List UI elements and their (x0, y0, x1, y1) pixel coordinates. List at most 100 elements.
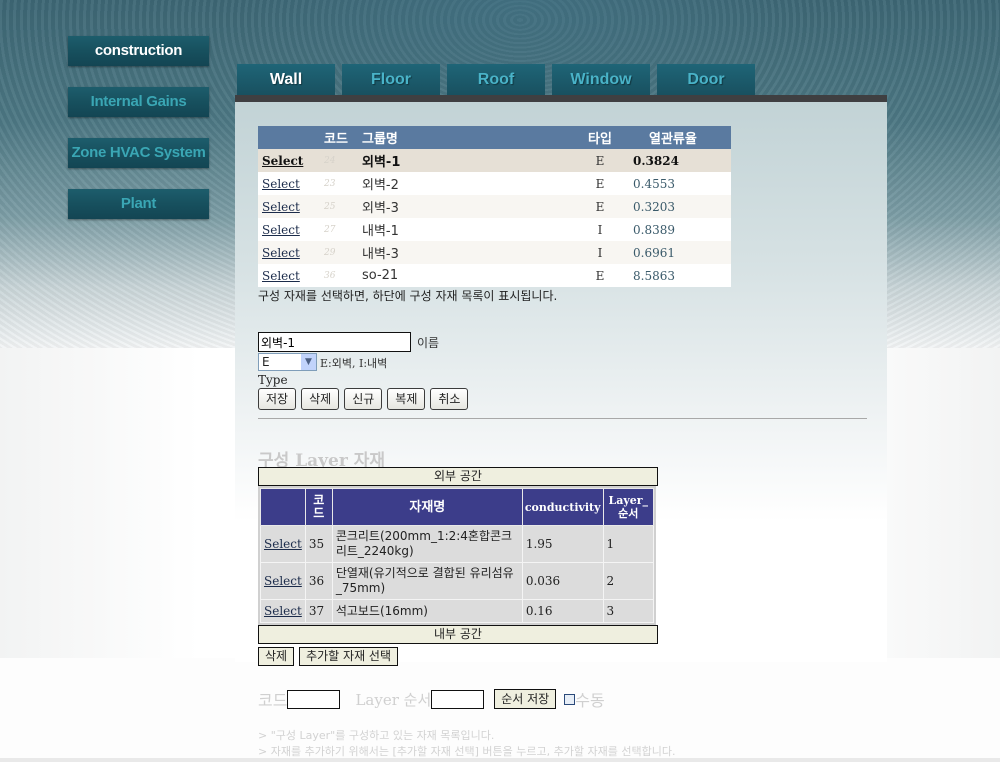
type-select[interactable]: E ▼ (258, 353, 317, 371)
material-cell: 석고보드(16mm) (331, 599, 523, 623)
header-type: 타입 (571, 126, 629, 149)
type-cell: E (571, 172, 629, 195)
code-cell: 23 (320, 172, 358, 195)
save-button[interactable]: 저장 (258, 388, 297, 410)
header-layer-order: Layer_순서 (602, 488, 655, 526)
table-row: Select 35 콘크리트(200mm_1:2:4혼합콘크리트_2240kg)… (260, 525, 655, 563)
u-value-cell: 0.4553 (629, 172, 731, 195)
u-value-cell: 0.3203 (629, 195, 731, 218)
table-row: Select 25 외벽-3 E 0.3203 (258, 195, 731, 218)
u-value-cell: 0.8389 (629, 218, 731, 241)
new-button[interactable]: 신규 (344, 388, 383, 410)
header-code: 코드 (320, 126, 358, 149)
form-button-row: 저장 삭제 신규 복제 취소 (258, 388, 469, 410)
type-cell: I (571, 218, 629, 241)
cancel-button[interactable]: 취소 (430, 388, 469, 410)
code-cell: 24 (320, 149, 358, 172)
select-link[interactable]: Select (264, 574, 302, 588)
group-name-cell: 외벽-1 (358, 149, 571, 172)
table-row: Select 29 내벽-3 I 0.6961 (258, 241, 731, 264)
type-cell: E (571, 264, 629, 287)
conductivity-cell: 0.036 (521, 562, 604, 600)
header-select (260, 488, 306, 526)
header-conductivity: conductivity (521, 488, 604, 526)
code-label: 코드 (258, 691, 288, 710)
select-link[interactable]: Select (264, 604, 302, 618)
tab-roof[interactable]: Roof (447, 64, 545, 97)
tab-door[interactable]: Door (657, 64, 755, 97)
type-select-value: E (262, 355, 270, 369)
layer-table: 코드 자재명 conductivity Layer_순서 Select 35 콘… (260, 488, 655, 623)
code-cell: 37 (304, 599, 333, 623)
conductivity-cell: 0.16 (521, 599, 604, 623)
group-table: 코드 그룹명 타입 열관류율 Select 24 외벽-1 E 0.3824 S… (258, 126, 731, 287)
code-cell: 36 (320, 264, 358, 287)
group-name-cell: so-21 (358, 264, 571, 287)
layer-button-row: 삭제 추가할 자재 선택 (258, 647, 399, 666)
layer-order-label: Layer 순서 (355, 690, 432, 709)
table-row: Select 36 단열재(유기적으로 결합된 유리섬유_75mm) 0.036… (260, 562, 655, 600)
select-link[interactable]: Select (262, 269, 300, 283)
tab-floor[interactable]: Floor (342, 64, 440, 97)
inner-space-bar: 내부 공간 (258, 625, 658, 644)
outer-space-bar: 외부 공간 (258, 467, 658, 486)
header-material-name: 자재명 (331, 488, 523, 526)
group-name-cell: 외벽-3 (358, 195, 571, 218)
code-cell: 36 (304, 562, 333, 600)
code-cell: 29 (320, 241, 358, 264)
save-order-button[interactable]: 순서 저장 (494, 689, 557, 709)
chevron-down-icon[interactable]: ▼ (301, 354, 316, 370)
delete-button[interactable]: 삭제 (301, 388, 340, 410)
group-table-header: 코드 그룹명 타입 열관류율 (258, 126, 731, 149)
type-cell: E (571, 195, 629, 218)
group-name-input[interactable] (258, 332, 411, 352)
sidebar-item-plant[interactable]: Plant (68, 189, 209, 219)
code-cell: 27 (320, 218, 358, 241)
material-cell: 콘크리트(200mm_1:2:4혼합콘크리트_2240kg) (331, 525, 523, 563)
table-row: Select 24 외벽-1 E 0.3824 (258, 149, 731, 172)
manual-checkbox[interactable] (564, 693, 576, 705)
header-select (258, 126, 320, 149)
header-code: 코드 (304, 488, 333, 526)
select-link[interactable]: Select (264, 537, 302, 551)
order-cell: 2 (602, 562, 655, 600)
type-cell: E (571, 149, 629, 172)
sidebar-item-zone-hvac-system[interactable]: Zone HVAC System (68, 138, 209, 168)
table-row: Select 23 외벽-2 E 0.4553 (258, 172, 731, 195)
layer-table-header: 코드 자재명 conductivity Layer_순서 (260, 488, 655, 526)
type-hint: E:외벽, I:내벽 (320, 357, 388, 370)
select-link[interactable]: Select (262, 223, 300, 237)
type-cell: I (571, 241, 629, 264)
select-link[interactable]: Select (262, 177, 300, 191)
order-form: 코드 Layer 순서 순서 저장 수동 (258, 687, 605, 711)
note-line: > 자재를 추가하기 위해서는 [추가할 자재 선택] 버튼을 누르고, 추가할… (258, 745, 676, 758)
header-group-name: 그룹명 (358, 126, 571, 149)
header-u-value: 열관류율 (629, 126, 731, 149)
copy-button[interactable]: 복제 (387, 388, 426, 410)
delete-layer-button[interactable]: 삭제 (258, 647, 295, 666)
add-material-button[interactable]: 추가할 자재 선택 (299, 647, 399, 666)
code-cell: 25 (320, 195, 358, 218)
u-value-cell: 0.3824 (629, 149, 731, 172)
tab-window[interactable]: Window (552, 64, 650, 97)
name-label: 이름 (417, 336, 440, 350)
group-name-cell: 외벽-2 (358, 172, 571, 195)
tab-wall[interactable]: Wall (237, 64, 335, 97)
table-row: Select 27 내벽-1 I 0.8389 (258, 218, 731, 241)
order-cell: 3 (602, 599, 655, 623)
manual-label: 수동 (575, 691, 605, 710)
sidebar-item-internal-gains[interactable]: Internal Gains (68, 87, 209, 117)
material-cell: 단열재(유기적으로 결합된 유리섬유_75mm) (331, 562, 523, 600)
select-link[interactable]: Select (262, 200, 300, 214)
layer-table-wrapper: 코드 자재명 conductivity Layer_순서 Select 35 콘… (258, 486, 656, 625)
code-input[interactable] (287, 689, 341, 709)
u-value-cell: 0.6961 (629, 241, 731, 264)
select-link[interactable]: Select (262, 246, 300, 260)
group-name-cell: 내벽-3 (358, 241, 571, 264)
code-cell: 35 (304, 525, 333, 563)
select-link[interactable]: Select (262, 154, 303, 168)
sidebar-item-construction[interactable]: construction (68, 36, 209, 66)
group-name-cell: 내벽-1 (358, 218, 571, 241)
layer-order-input[interactable] (431, 689, 485, 709)
divider (258, 418, 867, 419)
